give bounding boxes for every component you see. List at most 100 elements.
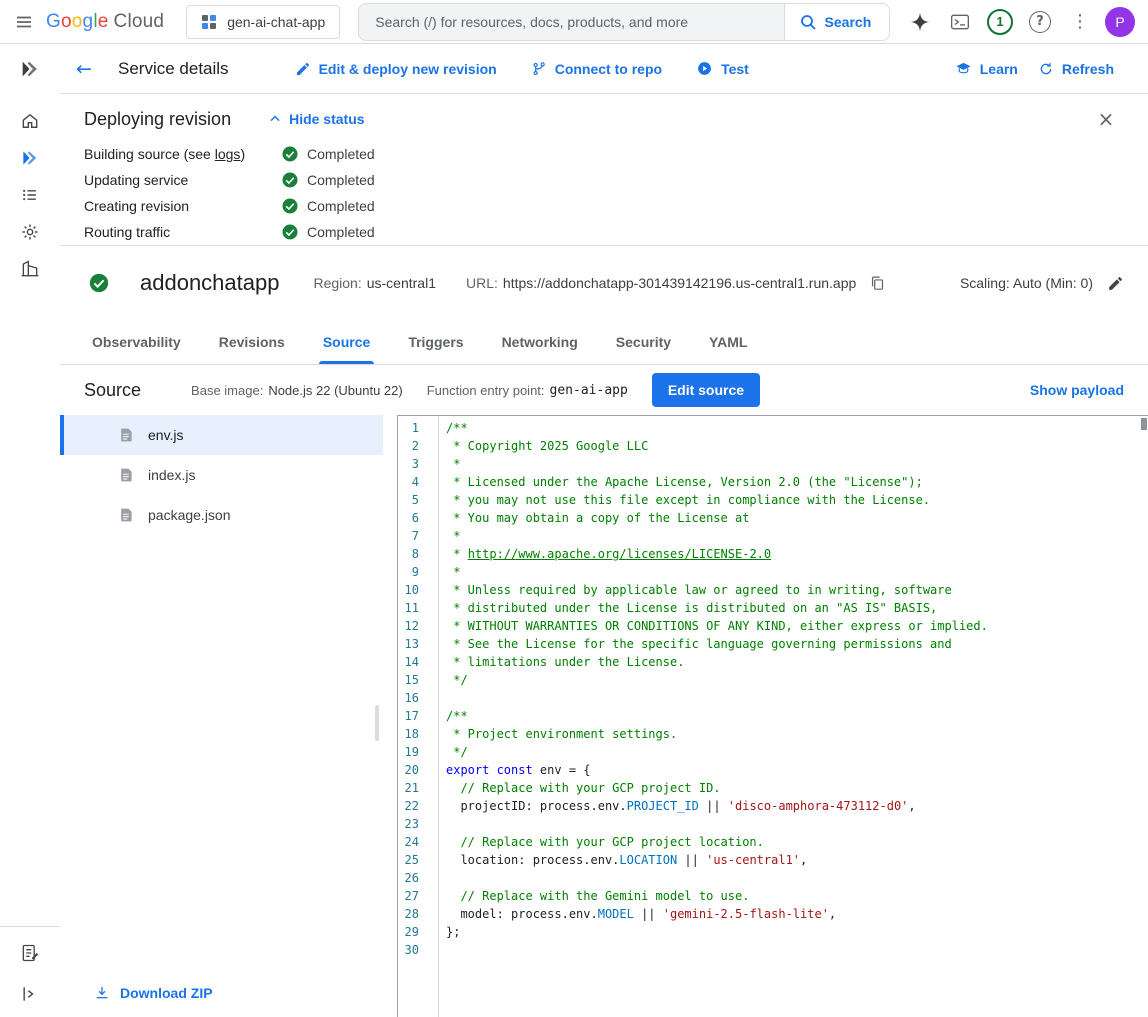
file-name: package.json <box>148 507 231 523</box>
code-line: * <box>446 563 1148 581</box>
nav-cloud-run-button[interactable] <box>10 140 50 176</box>
code-line: * Unless required by applicable law or a… <box>446 581 1148 599</box>
status-label-text: Routing traffic <box>84 224 170 240</box>
tab-observability[interactable]: Observability <box>80 320 193 364</box>
line-number: 24 <box>398 833 419 851</box>
more-button[interactable]: ⋮ <box>1060 2 1100 42</box>
logs-link[interactable]: logs <box>215 146 241 162</box>
edit-scaling-button[interactable] <box>1107 275 1124 292</box>
logo-letter: g <box>83 11 94 32</box>
close-panel-button[interactable]: × <box>1088 101 1124 137</box>
code-line: * WITHOUT WARRANTIES OR CONDITIONS OF AN… <box>446 617 1148 635</box>
edit-deploy-button[interactable]: Edit & deploy new revision <box>285 53 507 85</box>
panel-expand-icon <box>20 984 40 1004</box>
play-circle-icon <box>696 60 713 77</box>
entry-point-value: gen-ai-app <box>550 383 628 398</box>
status-value: Completed <box>281 223 375 241</box>
connect-repo-button[interactable]: Connect to repo <box>521 53 672 85</box>
line-number: 27 <box>398 887 419 905</box>
hide-status-label: Hide status <box>289 111 364 127</box>
tab-networking[interactable]: Networking <box>490 320 590 364</box>
code-line: * http://www.apache.org/licenses/LICENSE… <box>446 545 1148 563</box>
code-editor[interactable]: 1234567891011121314151617181920212223242… <box>397 415 1148 1017</box>
main-menu-button[interactable] <box>4 2 44 42</box>
copy-url-button[interactable] <box>869 275 886 292</box>
test-button[interactable]: Test <box>686 52 759 85</box>
tab-source[interactable]: Source <box>311 320 382 364</box>
gemini-button[interactable] <box>900 2 940 42</box>
line-number: 6 <box>398 509 419 527</box>
file-row-package-json[interactable]: package.json <box>60 495 383 535</box>
hide-status-button[interactable]: Hide status <box>267 111 364 127</box>
nav-integrations-button[interactable] <box>10 214 50 250</box>
code-line <box>446 689 1148 707</box>
show-payload-link[interactable]: Show payload <box>1030 382 1124 398</box>
editor-code-lines[interactable]: /** * Copyright 2025 Google LLC * * Lice… <box>439 416 1148 1017</box>
line-number: 25 <box>398 851 419 869</box>
search-button[interactable]: Search <box>784 3 891 41</box>
file-name: env.js <box>148 427 184 443</box>
nav-services-list-button[interactable] <box>10 177 50 213</box>
file-panel-scrollbar-thumb[interactable] <box>375 705 379 741</box>
code-line: /** <box>446 419 1148 437</box>
line-number: 26 <box>398 869 419 887</box>
refresh-icon <box>1038 61 1054 77</box>
learn-button[interactable]: Learn <box>945 52 1028 85</box>
google-cloud-logo[interactable]: Google Cloud <box>46 11 164 33</box>
tab-yaml[interactable]: YAML <box>697 320 759 364</box>
trial-credits-button[interactable]: 1 <box>980 2 1020 42</box>
back-button[interactable]: ← <box>64 49 104 89</box>
code-line: // Replace with your GCP project ID. <box>446 779 1148 797</box>
status-row: Creating revision Completed <box>84 193 1124 219</box>
download-zip-button[interactable]: Download ZIP <box>60 969 383 1017</box>
line-number: 7 <box>398 527 419 545</box>
tab-revisions[interactable]: Revisions <box>207 320 297 364</box>
code-line: * You may obtain a copy of the License a… <box>446 509 1148 527</box>
line-number: 30 <box>398 941 419 959</box>
account-button[interactable]: P <box>1100 2 1140 42</box>
project-picker[interactable]: gen-ai-chat-app <box>186 5 340 39</box>
line-number: 17 <box>398 707 419 725</box>
code-line: */ <box>446 743 1148 761</box>
edit-source-button[interactable]: Edit source <box>652 373 760 407</box>
cloud-shell-button[interactable] <box>940 2 980 42</box>
tab-security[interactable]: Security <box>604 320 683 364</box>
file-row-env-js[interactable]: env.js <box>60 415 383 455</box>
tab-triggers[interactable]: Triggers <box>396 320 475 364</box>
deploy-status-list: Building source (see logs) Completed Upd… <box>84 141 1124 245</box>
search-input[interactable] <box>358 3 783 41</box>
search-button-label: Search <box>825 14 872 30</box>
entry-point-label: Function entry point: <box>427 383 545 398</box>
code-line <box>446 815 1148 833</box>
code-line: }; <box>446 923 1148 941</box>
line-number: 15 <box>398 671 419 689</box>
status-value: Completed <box>281 145 375 163</box>
file-row-index-js[interactable]: index.js <box>60 455 383 495</box>
check-circle-icon <box>281 171 299 189</box>
cloud-run-icon <box>20 148 40 168</box>
search-bar: Search <box>358 3 890 41</box>
base-image-value: Node.js 22 (Ubuntu 22) <box>268 383 402 398</box>
status-label-suffix: ) <box>240 146 245 162</box>
help-button[interactable]: ? <box>1020 2 1060 42</box>
code-line: * Copyright 2025 Google LLC <box>446 437 1148 455</box>
nav-home-button[interactable] <box>10 103 50 139</box>
refresh-button[interactable]: Refresh <box>1028 53 1124 85</box>
line-number: 8 <box>398 545 419 563</box>
region-label: Region: <box>313 275 361 291</box>
release-notes-button[interactable] <box>10 935 50 971</box>
check-circle-icon <box>281 223 299 241</box>
status-label-text: Updating service <box>84 172 188 188</box>
learn-label: Learn <box>980 61 1018 77</box>
list-icon <box>20 185 40 205</box>
nav-domains-button[interactable] <box>10 251 50 287</box>
editor-scrollbar-thumb[interactable] <box>1141 418 1147 430</box>
expand-nav-button[interactable] <box>10 976 50 1012</box>
line-number: 12 <box>398 617 419 635</box>
entry-point: Function entry point: gen-ai-app <box>427 383 628 398</box>
line-number: 2 <box>398 437 419 455</box>
left-nav-bottom <box>0 926 60 1017</box>
code-line: * limitations under the License. <box>446 653 1148 671</box>
cloud-run-logo <box>19 44 41 94</box>
status-label: Creating revision <box>84 198 281 214</box>
